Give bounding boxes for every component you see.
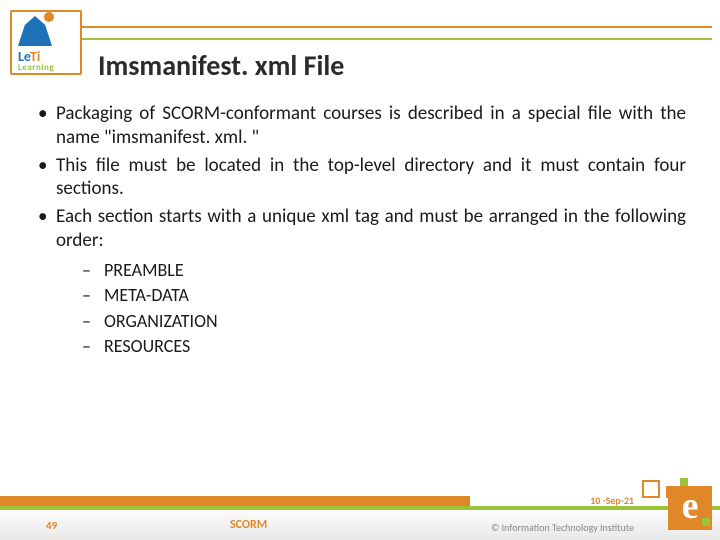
brand-logo: Le Ti Learning bbox=[10, 10, 82, 75]
runner-head-icon bbox=[44, 12, 54, 22]
org-logo: e bbox=[642, 476, 712, 534]
footer-date: 10 -Sep-21 bbox=[590, 494, 634, 507]
sub-bullet-item: META-DATA bbox=[82, 284, 686, 307]
footer-accent-orange bbox=[0, 496, 470, 506]
footer-copyright: © Information Technology Institute bbox=[491, 521, 634, 534]
sub-bullet-item: PREAMBLE bbox=[82, 259, 686, 282]
slide-title: Imsmanifest. xml File bbox=[98, 48, 344, 83]
slide-number: 49 bbox=[46, 519, 57, 532]
top-rule-green bbox=[80, 38, 712, 40]
bullet-item: This file must be located in the top-lev… bbox=[34, 154, 686, 202]
sub-bullet-item: RESOURCES bbox=[82, 335, 686, 358]
top-rule-orange bbox=[80, 26, 712, 28]
brand-text-sub: Learning bbox=[18, 62, 54, 73]
org-logo-dot-icon bbox=[702, 518, 710, 526]
slide-content: Packaging of SCORM-conformant courses is… bbox=[34, 102, 686, 362]
bullet-list: Packaging of SCORM-conformant courses is… bbox=[34, 102, 686, 358]
bullet-text: Each section starts with a unique xml ta… bbox=[56, 205, 686, 252]
bullet-item: Each section starts with a unique xml ta… bbox=[34, 205, 686, 358]
sub-bullet-list: PREAMBLE META-DATA ORGANIZATION RESOURCE… bbox=[82, 259, 686, 358]
footer-center-title: SCORM bbox=[230, 518, 267, 532]
sub-bullet-item: ORGANIZATION bbox=[82, 310, 686, 333]
bullet-item: Packaging of SCORM-conformant courses is… bbox=[34, 102, 686, 150]
square-outline-icon bbox=[642, 480, 660, 498]
